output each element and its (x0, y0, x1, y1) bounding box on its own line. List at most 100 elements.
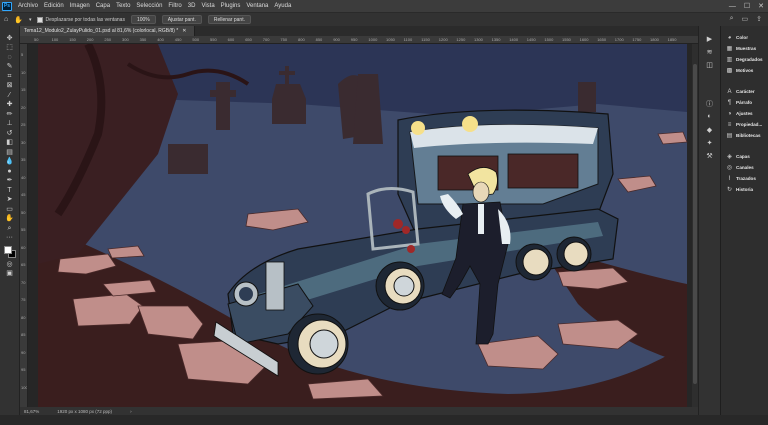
layer-comps-icon[interactable]: ◫ (706, 60, 713, 69)
menu-edicion[interactable]: Edición (41, 3, 67, 9)
menu-vista[interactable]: Vista (198, 3, 217, 9)
menu-imagen[interactable]: Imagen (67, 3, 93, 9)
play-icon[interactable]: ▶ (707, 34, 712, 43)
menu-capa[interactable]: Capa (93, 3, 113, 9)
frame-tool-icon[interactable]: ⊠ (3, 82, 17, 91)
zoom-readout[interactable]: 81,67% (24, 409, 39, 414)
ruler-tick-label: 1100 (403, 37, 413, 42)
healing-brush-tool-icon[interactable]: ✚ (3, 101, 17, 110)
panel-character[interactable]: A Carácter (721, 86, 768, 97)
brush-tool-icon[interactable]: ✏ (3, 110, 17, 119)
pen-tool-icon[interactable]: ✒ (3, 177, 17, 186)
chevron-down-icon[interactable]: ▾ (29, 17, 32, 23)
window-controls: — ☐ ✕ (729, 0, 764, 12)
scroll-all-windows-checkbox[interactable]: Desplazarse por todas las ventanas (37, 16, 125, 23)
panel-paragraph[interactable]: ¶ Párrafo (721, 97, 768, 108)
hand-tool-icon[interactable]: ✋ (3, 215, 17, 224)
share-icon[interactable]: ⇪ (756, 15, 762, 23)
lasso-tool-icon[interactable]: ◌ (3, 53, 17, 62)
crop-tool-icon[interactable]: ⌗ (3, 72, 17, 81)
panel-adjustments[interactable]: ◑ Ajustes (721, 108, 768, 119)
path-selection-tool-icon[interactable]: ➤ (3, 196, 17, 205)
panel-channels[interactable]: ◎ Canales (721, 162, 768, 173)
panel-color[interactable]: ◕ Color (721, 32, 768, 43)
home-icon[interactable]: ⌂ (4, 16, 8, 23)
menu-ventana[interactable]: Ventana (243, 3, 271, 9)
marquee-tool-icon[interactable]: ⬚ (3, 44, 17, 53)
ruler-tick-label: 50 (34, 37, 39, 42)
menu-ayuda[interactable]: Ayuda (271, 3, 294, 9)
eyedropper-tool-icon[interactable]: ⁄ (3, 91, 17, 100)
shape-tool-icon[interactable]: ▭ (3, 205, 17, 214)
paragraph-panel-icon: ¶ (727, 99, 732, 106)
ruler-tick-label: 85 (21, 332, 26, 337)
brush-settings-icon[interactable]: ≋ (707, 47, 713, 56)
panel-paths[interactable]: ⌇ Trazados (721, 173, 768, 184)
menu-plugins[interactable]: Plugins (218, 3, 244, 9)
minimize-icon[interactable]: — (729, 3, 736, 10)
ruler-tick-label: 95 (21, 367, 26, 372)
menu-texto[interactable]: Texto (113, 3, 133, 9)
panel-libraries[interactable]: ▤ Bibliotecas (721, 130, 768, 141)
glyphs-icon[interactable]: ✦ (707, 138, 713, 147)
vertical-ruler[interactable]: 5 10 15 20 25 30 35 40 45 50 55 60 65 70 75 80 85 90 95 100 (20, 44, 28, 407)
ruler-tick-label: 1600 (579, 37, 589, 42)
type-tool-icon[interactable]: T (3, 186, 17, 195)
eraser-tool-icon[interactable]: ◧ (3, 139, 17, 148)
document-tab[interactable]: Tema12_Modulo2_ZulayPulido_01.psd al 81,… (20, 26, 196, 36)
dodge-tool-icon[interactable]: ● (3, 167, 17, 176)
scrollbar-thumb[interactable] (693, 64, 697, 384)
zoom-100-button[interactable]: 100% (130, 15, 156, 24)
fill-screen-button[interactable]: Rellenar pant. (207, 15, 251, 24)
panel-history[interactable]: ↻ Historia (721, 184, 768, 195)
clone-stamp-tool-icon[interactable]: ⊥ (3, 120, 17, 129)
zoom-tool-icon[interactable]: ⌕ (3, 224, 17, 233)
history-brush-tool-icon[interactable]: ↺ (3, 129, 17, 138)
canvas-viewport[interactable] (28, 44, 698, 407)
hand-tool-icon[interactable]: ✋ (14, 16, 23, 24)
tool-presets-icon[interactable]: ⚒ (706, 151, 712, 160)
panel-layers[interactable]: ◈ Capas (721, 151, 768, 162)
close-tab-icon[interactable]: ✕ (182, 28, 186, 34)
menu-3d[interactable]: 3D (185, 3, 199, 9)
quick-mask-icon[interactable]: ◎ (3, 260, 17, 269)
ruler-tick-label: 250 (104, 37, 112, 42)
panel-swatches[interactable]: ▦ Muestras (721, 43, 768, 54)
menu-filtro[interactable]: Filtro (165, 3, 184, 9)
move-tool-icon[interactable]: ✥ (3, 34, 17, 43)
search-icon[interactable]: ⌕ (730, 15, 734, 23)
panel-properties[interactable]: ≡ Propiedad... (721, 119, 768, 130)
more-tools-icon[interactable]: ··· (3, 234, 17, 243)
checkbox-icon[interactable] (37, 16, 44, 23)
panel-patterns[interactable]: ▩ Motivos (721, 65, 768, 76)
horizontal-ruler[interactable]: 50 100 150 200 250 300 350 400 450 500 550 600 650 70… (20, 36, 698, 44)
quick-select-tool-icon[interactable]: ✎ (3, 63, 17, 72)
workspace-icon[interactable]: ▭ (742, 15, 749, 23)
panel-gradients[interactable]: ▥ Degradados (721, 54, 768, 65)
close-icon[interactable]: ✕ (758, 2, 764, 10)
menu-seleccion[interactable]: Selección (133, 3, 165, 9)
foreground-color-swatch[interactable] (3, 246, 12, 254)
ruler-tick-label: 5 (21, 52, 24, 57)
screen-mode-icon[interactable]: ▣ (3, 270, 17, 279)
blur-tool-icon[interactable]: 💧 (3, 158, 17, 167)
layers-panel-icon: ◈ (727, 154, 732, 160)
gradient-tool-icon[interactable]: ▤ (3, 148, 17, 157)
styles-icon[interactable]: ◆ (707, 125, 712, 134)
fit-screen-button[interactable]: Ajustar pant. (161, 15, 202, 24)
color-swatches[interactable] (3, 245, 17, 259)
ruler-tick-label: 600 (227, 37, 235, 42)
layers-panel-group: ◈ Capas ◎ Canales ⌇ Trazados ↻ Historia (721, 151, 768, 195)
document-tab-bar: Tema12_Modulo2_ZulayPulido_01.psd al 81,… (20, 26, 698, 36)
menu-archivo[interactable]: Archivo (15, 3, 41, 9)
ruler-tick-label: 500 (192, 37, 200, 42)
adjustments-icon[interactable]: ◐ (707, 112, 711, 121)
info-icon[interactable]: ⓘ (706, 99, 713, 108)
panel-patterns-label: Motivos (736, 68, 754, 73)
maximize-icon[interactable]: ☐ (744, 2, 750, 10)
panel-icon-strip: ▶ ≋ ◫ ⓘ ◐ ◆ ✦ ⚒ (698, 26, 720, 415)
artwork-canvas[interactable] (28, 44, 698, 407)
ruler-tick-label: 950 (350, 37, 358, 42)
chevron-right-icon[interactable]: › (130, 409, 132, 414)
paths-panel-icon: ⌇ (728, 176, 731, 182)
